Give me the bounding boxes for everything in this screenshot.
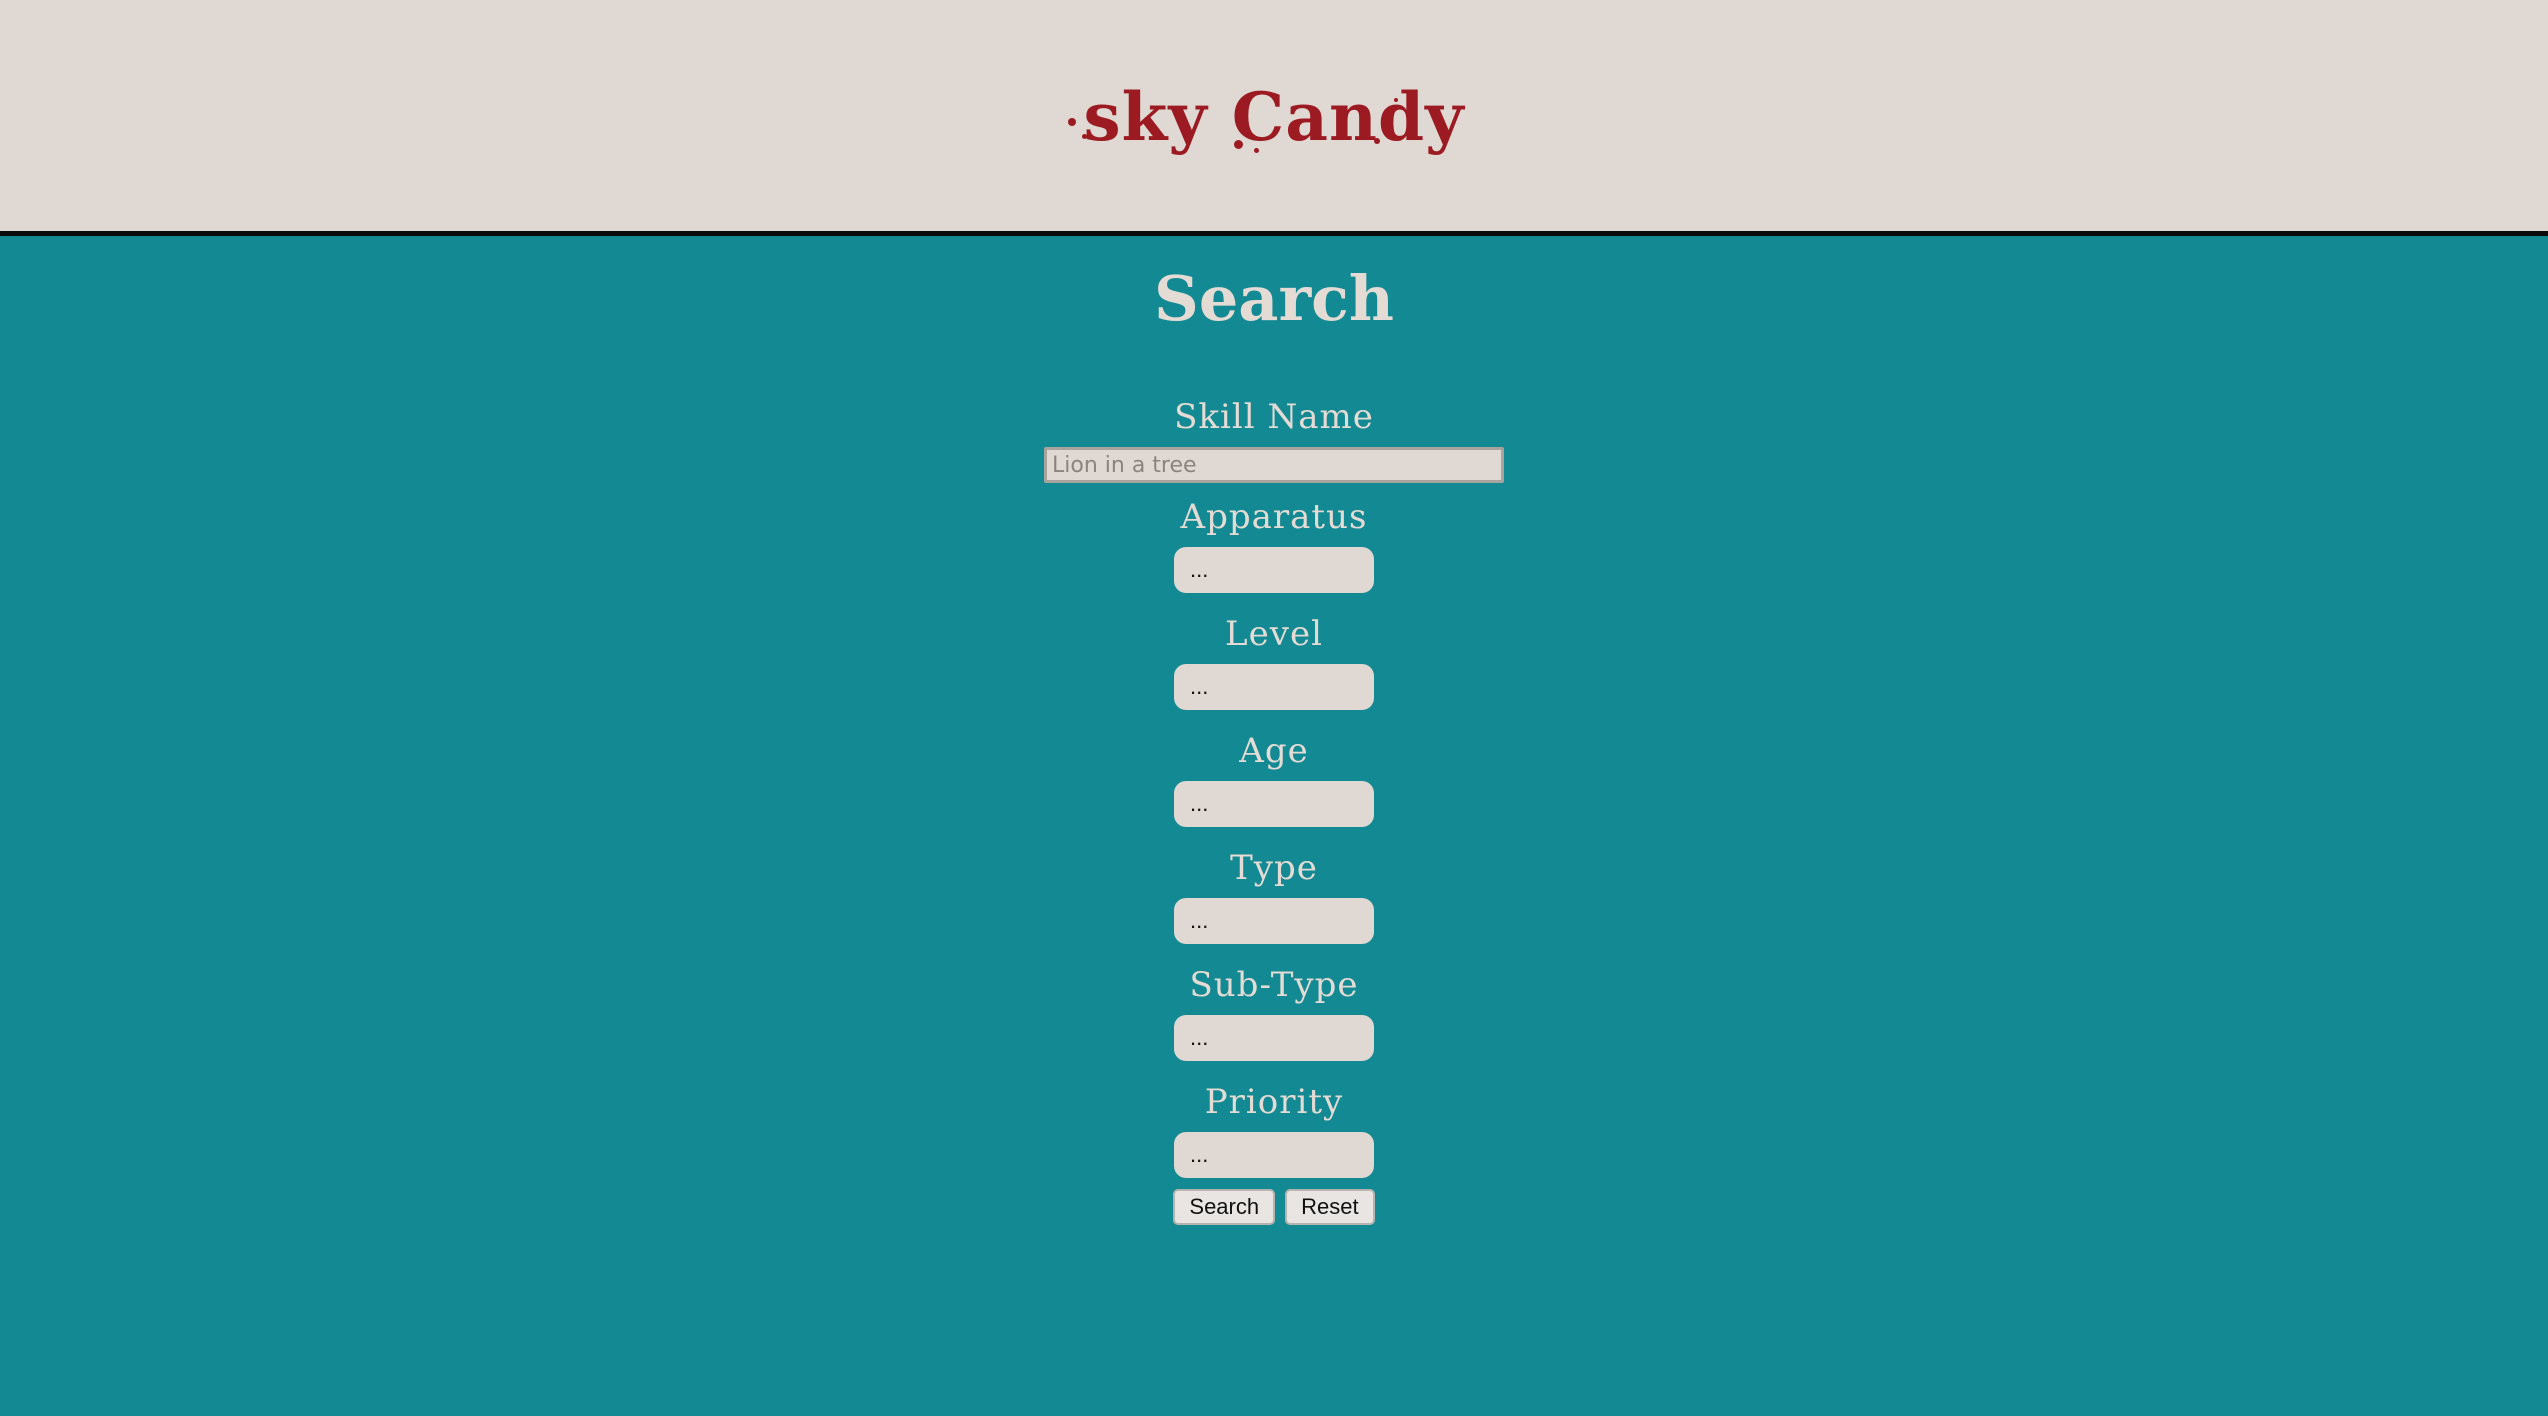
priority-select-value: ... [1190,1142,1209,1167]
search-form: Skill Name Apparatus ... Level ... Age .… [0,394,2548,1225]
priority-label: Priority [1204,1082,1344,1122]
type-label: Type [1230,848,1318,888]
site-header: sky Candy [0,0,2548,236]
priority-select[interactable]: ... [1174,1132,1374,1178]
search-button[interactable]: Search [1173,1189,1276,1225]
type-select[interactable]: ... [1174,898,1374,944]
apparatus-select[interactable]: ... [1174,547,1374,593]
apparatus-select-value: ... [1190,557,1209,582]
age-label: Age [1239,731,1309,771]
level-label: Level [1225,614,1323,654]
level-select-value: ... [1190,674,1209,699]
skill-name-label: Skill Name [1174,397,1374,437]
level-select[interactable]: ... [1174,664,1374,710]
logo-text: sky Candy [1083,78,1465,156]
form-actions: Search Reset [1173,1189,1375,1225]
sub-type-label: Sub-Type [1189,965,1359,1005]
search-panel: Search Skill Name Apparatus ... Level ..… [0,236,2548,1416]
age-select-value: ... [1190,791,1209,816]
reset-button[interactable]: Reset [1285,1189,1375,1225]
sub-type-select[interactable]: ... [1174,1015,1374,1061]
page-title: Search [1154,262,1394,335]
apparatus-label: Apparatus [1180,497,1368,537]
age-select[interactable]: ... [1174,781,1374,827]
sub-type-select-value: ... [1190,1025,1209,1050]
site-logo[interactable]: sky Candy [0,78,2548,156]
type-select-value: ... [1190,908,1209,933]
skill-name-input[interactable] [1044,447,1504,483]
